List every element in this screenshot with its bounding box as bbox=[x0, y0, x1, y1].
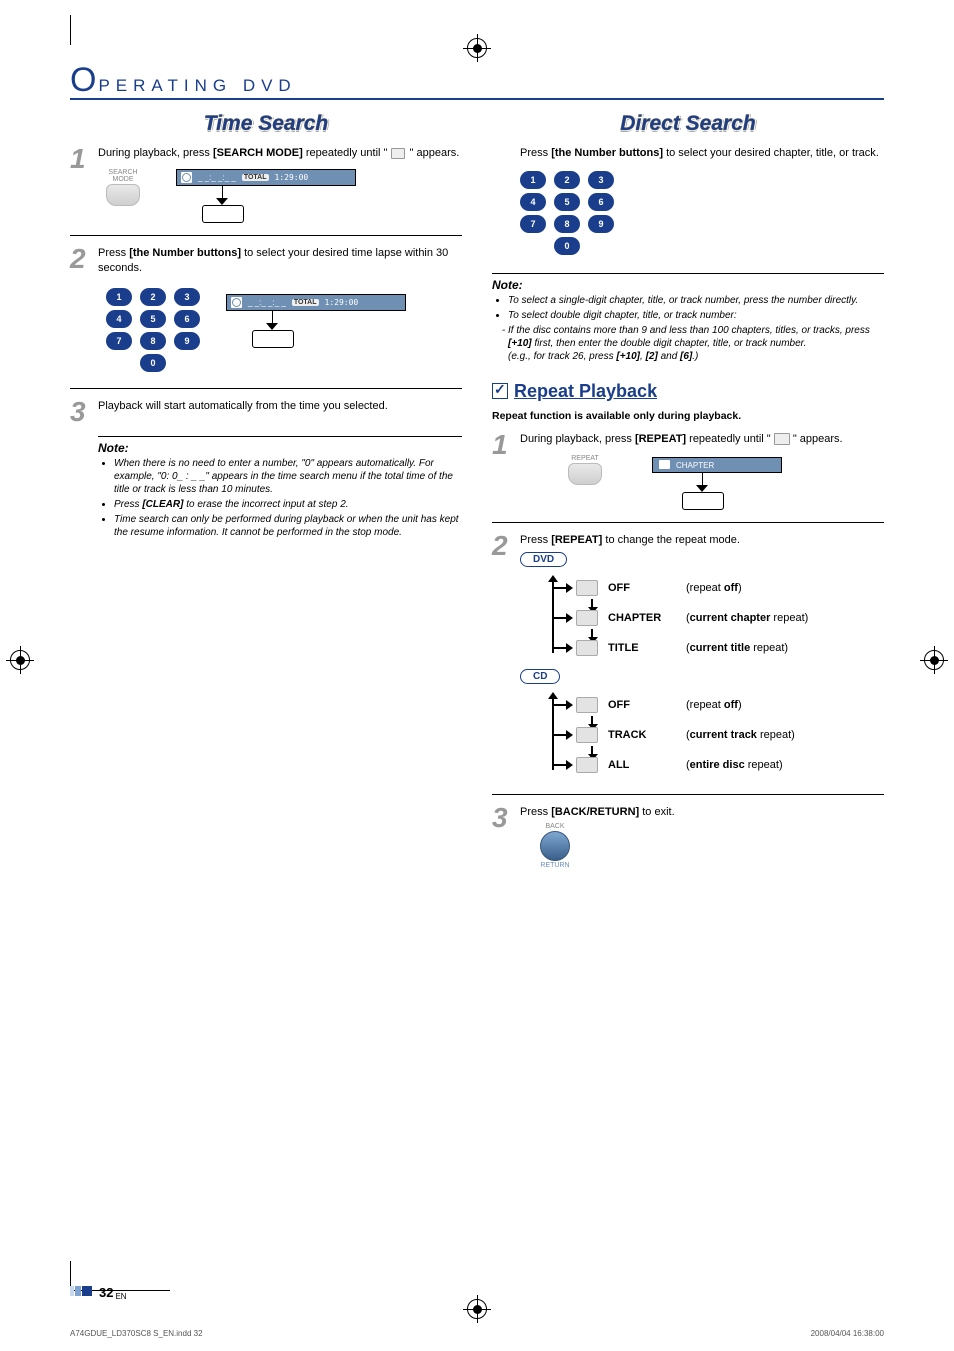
cycle-mode-label: TRACK bbox=[608, 729, 676, 741]
header-initial: O bbox=[70, 65, 96, 96]
num-1-button: 1 bbox=[106, 288, 132, 306]
cd-label: CD bbox=[520, 669, 560, 684]
number-pad: 1 2 3 4 5 6 7 8 9 0 bbox=[520, 171, 884, 255]
cycle-mode-label: OFF bbox=[608, 582, 676, 594]
repeat-subhead: Repeat function is available only during… bbox=[492, 410, 884, 422]
cycle-mode-label: TITLE bbox=[608, 642, 676, 654]
cycle-row: OFF (repeat off) bbox=[566, 690, 884, 720]
cycle-mode-label: ALL bbox=[608, 759, 676, 771]
num-9-button: 9 bbox=[588, 215, 614, 233]
header-text: PERATING DVD bbox=[98, 76, 296, 96]
num-9-button: 9 bbox=[174, 332, 200, 350]
repeat-mode-icon bbox=[576, 727, 598, 743]
cycle-mode-desc: (entire disc repeat) bbox=[686, 759, 783, 771]
repeat-mode-icon bbox=[576, 697, 598, 713]
print-footer: A74GDUE_LD370SC8 S_EN.indd 32 2008/04/04… bbox=[70, 1329, 884, 1338]
num-4-button: 4 bbox=[520, 193, 546, 211]
repeat-step-2: 2 Press [REPEAT] to change the repeat mo… bbox=[492, 533, 884, 782]
cycle-mode-desc: (current chapter repeat) bbox=[686, 612, 808, 624]
direct-search-note: Note: To select a single-digit chapter, … bbox=[492, 273, 884, 363]
num-8-button: 8 bbox=[140, 332, 166, 350]
num-2-button: 2 bbox=[554, 171, 580, 189]
num-8-button: 8 bbox=[554, 215, 580, 233]
num-1-button: 1 bbox=[520, 171, 546, 189]
registration-mark-icon bbox=[924, 650, 944, 670]
time-search-step-1: 1 During playback, press [SEARCH MODE] r… bbox=[70, 146, 462, 223]
repeat-mode-icon bbox=[576, 610, 598, 626]
time-search-title: Time Search bbox=[70, 112, 462, 136]
osd-time-display: _ _:_ _:_ _ TOTAL 1:29:00 bbox=[226, 294, 406, 311]
num-4-button: 4 bbox=[106, 310, 132, 328]
cycle-mode-desc: (current title repeat) bbox=[686, 642, 788, 654]
repeat-icon bbox=[659, 460, 670, 469]
right-column: Direct Search Press [the Number buttons]… bbox=[492, 112, 884, 881]
repeat-playback-heading: Repeat Playback bbox=[492, 381, 884, 402]
num-6-button: 6 bbox=[174, 310, 200, 328]
osd-time-display: _ _:_ _:_ _ TOTAL 1:29:00 bbox=[176, 169, 356, 186]
cycle-row: ALL (entire disc repeat) bbox=[566, 750, 884, 780]
repeat-step-1: 1 During playback, press [REPEAT] repeat… bbox=[492, 432, 884, 510]
page-number: 32 EN bbox=[70, 1285, 131, 1300]
direct-search-title: Direct Search bbox=[492, 112, 884, 136]
repeat-mode-icon bbox=[576, 757, 598, 773]
cycle-row: TRACK (current track repeat) bbox=[566, 720, 884, 750]
num-5-button: 5 bbox=[140, 310, 166, 328]
cd-cycle-diagram: OFF (repeat off) TRACK (current track repea… bbox=[540, 690, 884, 780]
clock-icon bbox=[231, 297, 242, 308]
time-search-step-3: 3 Playback will start automatically from… bbox=[70, 399, 462, 424]
clock-icon bbox=[391, 148, 405, 159]
number-pad: 1 2 3 4 5 6 7 8 9 0 bbox=[106, 288, 200, 372]
registration-mark-icon bbox=[467, 38, 487, 58]
back-return-button: BACK RETURN bbox=[540, 823, 570, 869]
cycle-mode-desc: (repeat off) bbox=[686, 582, 742, 594]
clock-icon bbox=[181, 172, 192, 183]
num-7-button: 7 bbox=[520, 215, 546, 233]
num-6-button: 6 bbox=[588, 193, 614, 211]
cycle-row: TITLE (current title repeat) bbox=[566, 633, 884, 663]
num-0-button: 0 bbox=[554, 237, 580, 255]
section-header: O PERATING DVD bbox=[70, 65, 884, 100]
num-5-button: 5 bbox=[554, 193, 580, 211]
dvd-label: DVD bbox=[520, 552, 567, 567]
cycle-mode-desc: (repeat off) bbox=[686, 699, 742, 711]
cycle-mode-desc: (current track repeat) bbox=[686, 729, 795, 741]
cycle-row: OFF (repeat off) bbox=[566, 573, 884, 603]
num-3-button: 3 bbox=[588, 171, 614, 189]
dvd-cycle-diagram: OFF (repeat off) CHAPTER (current chapter r… bbox=[540, 573, 884, 663]
repeat-button: REPEAT bbox=[568, 455, 602, 485]
registration-mark-icon bbox=[10, 650, 30, 670]
osd-repeat-display: CHAPTER bbox=[652, 457, 782, 473]
repeat-mode-icon bbox=[576, 580, 598, 596]
num-7-button: 7 bbox=[106, 332, 132, 350]
repeat-mode-icon bbox=[576, 640, 598, 656]
search-mode-button: SEARCH MODE bbox=[106, 169, 140, 206]
left-column: Time Search 1 During playback, press [SE… bbox=[70, 112, 462, 881]
num-3-button: 3 bbox=[174, 288, 200, 306]
num-2-button: 2 bbox=[140, 288, 166, 306]
num-0-button: 0 bbox=[140, 354, 166, 372]
time-search-note: Note: When there is no need to enter a n… bbox=[98, 436, 462, 539]
repeat-step-3: 3 Press [BACK/RETURN] to exit. BACK RETU… bbox=[492, 805, 884, 870]
repeat-icon bbox=[774, 433, 790, 445]
cycle-mode-label: OFF bbox=[608, 699, 676, 711]
time-search-step-2: 2 Press [the Number buttons] to select y… bbox=[70, 246, 462, 376]
cycle-mode-label: CHAPTER bbox=[608, 612, 676, 624]
check-icon bbox=[492, 383, 508, 399]
cycle-row: CHAPTER (current chapter repeat) bbox=[566, 603, 884, 633]
